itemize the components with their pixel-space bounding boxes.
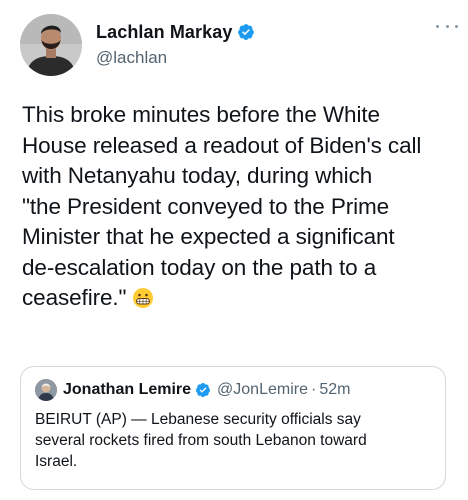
tweet-text-line: de-escalation today on the path to a bbox=[22, 254, 377, 280]
quoted-text-line: Israel. bbox=[35, 453, 78, 470]
quoted-author-name[interactable]: Jonathan Lemire bbox=[63, 381, 191, 399]
verified-badge-icon bbox=[237, 23, 255, 41]
author-block: Lachlan Markay @lachlan bbox=[96, 20, 255, 68]
author-handle[interactable]: @lachlan bbox=[96, 48, 255, 68]
quoted-text-line: BEIRUT (AP) — Lebanese security official… bbox=[35, 411, 361, 428]
tweet-text-line: with Netanyahu today, during which bbox=[22, 163, 373, 188]
grimacing-face-icon bbox=[132, 287, 154, 309]
separator-dot: · bbox=[310, 381, 317, 398]
quoted-profile-photo bbox=[35, 379, 57, 401]
quoted-tweet-header: Jonathan Lemire @JonLemire · 52m bbox=[35, 377, 350, 403]
quoted-text-line: several rockets fired from south Lebanon… bbox=[35, 432, 367, 449]
author-name[interactable]: Lachlan Markay bbox=[96, 22, 232, 43]
tweet-text-line: This broke minutes before the White bbox=[22, 102, 380, 127]
author-name-row: Lachlan Markay bbox=[96, 20, 255, 44]
tweet-text-line: House released a readout of Biden's call bbox=[22, 132, 422, 158]
quoted-tweet-text: BEIRUT (AP) — Lebanese security official… bbox=[35, 409, 435, 472]
tweet-text-line: Minister that he expected a significant bbox=[22, 224, 395, 249]
quoted-tweet[interactable]: Jonathan Lemire @JonLemire · 52m BEIRUT … bbox=[20, 366, 446, 490]
tweet-text-last-line: ceasefire." bbox=[22, 283, 458, 314]
tweet-header: Lachlan Markay @lachlan bbox=[20, 14, 460, 78]
quoted-timestamp[interactable]: 52m bbox=[319, 381, 350, 399]
avatar[interactable] bbox=[20, 14, 82, 76]
quoted-avatar[interactable] bbox=[35, 379, 57, 401]
tweet-text-line: "the President conveyed to the Prime bbox=[22, 193, 390, 219]
more-horizontal-icon[interactable] bbox=[436, 20, 458, 32]
tweet-text-line: ceasefire." bbox=[22, 285, 127, 310]
tweet-text: This broke minutes before the White Hous… bbox=[22, 100, 458, 314]
profile-photo bbox=[20, 14, 82, 76]
verified-badge-icon bbox=[195, 382, 211, 398]
tweet-card: Lachlan Markay @lachlan This broke minut… bbox=[0, 0, 468, 500]
quoted-author-handle[interactable]: @JonLemire bbox=[217, 381, 308, 399]
